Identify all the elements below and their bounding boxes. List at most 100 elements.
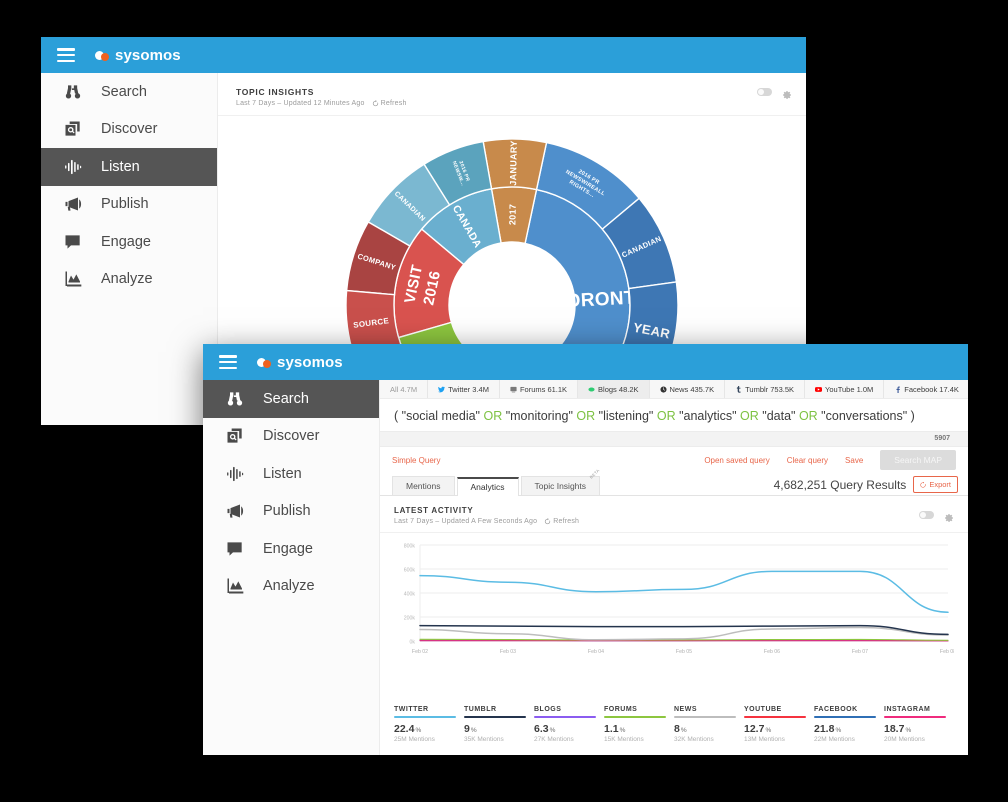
legend-item[interactable]: FORUMS1.1%15K Mentions — [604, 706, 674, 744]
legend-channel-name: FACEBOOK — [814, 706, 876, 713]
hamburger-icon[interactable] — [57, 48, 75, 62]
sidebar-item-search[interactable]: Search — [203, 380, 379, 418]
open-saved-query-link[interactable]: Open saved query — [704, 456, 769, 465]
legend-mentions: 35K Mentions — [464, 736, 526, 743]
legend-channel-name: INSTAGRAM — [884, 706, 946, 713]
save-query-link[interactable]: Save — [845, 456, 863, 465]
query-term: "analytics" — [676, 409, 740, 423]
chart-x-tick-label: Feb 06 — [764, 649, 780, 655]
legend-percent-unit: % — [550, 727, 556, 734]
news-icon — [660, 386, 667, 393]
source-filter-youtube[interactable]: YouTube 1.0M — [805, 380, 884, 398]
topic-insights-sunburst-wrap: TORONTO2017CANADAVISIT20162016 PRNEWSWIR… — [218, 116, 806, 372]
sidebar-item-analyze[interactable]: Analyze — [41, 261, 217, 299]
legend-channel-name: BLOGS — [534, 706, 596, 713]
legend-channel-name: YOUTUBE — [744, 706, 806, 713]
legend-mentions: 13M Mentions — [744, 736, 806, 743]
source-filter-all[interactable]: All 4.7M — [380, 380, 428, 398]
brand-logo[interactable]: sysomos — [95, 47, 181, 64]
sidebar-item-listen[interactable]: Listen — [41, 148, 217, 186]
sidebar-item-listen[interactable]: Listen — [203, 455, 379, 493]
simple-query-link[interactable]: Simple Query — [392, 456, 440, 465]
waveform-icon — [225, 464, 245, 484]
source-filter-tumblr[interactable]: Tumblr 753.5K — [725, 380, 805, 398]
source-filter-blogs[interactable]: Blogs 48.2K — [578, 380, 649, 398]
sunburst-slice-label: JANUARY — [508, 140, 519, 185]
source-filter-forums[interactable]: Forums 61.1K — [500, 380, 578, 398]
legend-channel-name: TWITTER — [394, 706, 456, 713]
back-sidebar: Search Discover Listen Publish Engage Analyze — [41, 73, 218, 425]
megaphone-icon — [225, 501, 245, 521]
back-top-bar: sysomos — [41, 37, 806, 73]
gear-icon[interactable] — [944, 510, 954, 520]
source-filter-news[interactable]: News 435.7K — [650, 380, 726, 398]
source-filter-label: Twitter 3.4M — [448, 385, 489, 394]
legend-color-bar — [604, 716, 666, 719]
panel-title: TOPIC INSIGHTS — [236, 87, 788, 97]
discover-search-icon — [225, 426, 245, 446]
query-operator: OR — [657, 409, 676, 423]
tab-analytics[interactable]: Analytics — [457, 477, 519, 497]
source-filter-twitter[interactable]: Twitter 3.4M — [428, 380, 500, 398]
forums-icon — [510, 386, 517, 393]
legend-mentions: 20M Mentions — [884, 736, 946, 743]
refresh-button[interactable]: Refresh — [372, 100, 407, 107]
tab-topic-insights[interactable]: Topic InsightsBETA — [521, 476, 601, 496]
brand-name: sysomos — [115, 47, 181, 64]
clear-query-link[interactable]: Clear query — [787, 456, 828, 465]
legend-item[interactable]: YOUTUBE12.7%13M Mentions — [744, 706, 814, 744]
legend-item[interactable]: TWITTER22.4%25M Mentions — [394, 706, 464, 744]
legend-percentage: 6.3% — [534, 723, 596, 735]
legend-item[interactable]: FACEBOOK21.8%22M Mentions — [814, 706, 884, 744]
legend-percent-unit: % — [620, 727, 626, 734]
export-button[interactable]: Export — [913, 476, 958, 493]
legend-percent-unit: % — [681, 727, 687, 734]
sidebar-item-engage[interactable]: Engage — [203, 530, 379, 568]
sidebar-item-search[interactable]: Search — [41, 73, 217, 111]
brand-logo[interactable]: sysomos — [257, 354, 343, 371]
search-map-button[interactable]: Search MAP — [880, 450, 956, 470]
query-term: "conversations" ) — [818, 409, 915, 423]
chart-x-tick-label: Feb 08 — [940, 649, 954, 655]
legend-percent-unit: % — [765, 727, 771, 734]
chat-icon — [225, 539, 245, 559]
tab-mentions[interactable]: Mentions — [392, 476, 455, 496]
panel-toggle[interactable] — [757, 88, 772, 96]
sidebar-item-label: Analyze — [263, 578, 315, 594]
sunburst-chart[interactable]: TORONTO2017CANADAVISIT20162016 PRNEWSWIR… — [339, 132, 685, 372]
source-filter-label: Forums 61.1K — [520, 385, 567, 394]
chart-y-tick-label: 400k — [404, 592, 416, 598]
legend-percent-unit: % — [835, 727, 841, 734]
source-filter-facebook[interactable]: Facebook 17.4K — [884, 380, 968, 398]
legend-percentage: 8% — [674, 723, 736, 735]
legend-percent-unit: % — [471, 727, 477, 734]
sidebar-item-label: Discover — [263, 428, 319, 444]
sidebar-item-discover[interactable]: Discover — [203, 418, 379, 456]
front-sidebar: Search Discover ListenPublish Engage Analyze — [203, 380, 380, 755]
binoculars-icon — [63, 82, 83, 102]
legend-item[interactable]: BLOGS6.3%27K Mentions — [534, 706, 604, 744]
legend-mentions: 22M Mentions — [814, 736, 876, 743]
latest-activity-chart[interactable]: 0k200k400k600k800kFeb 02Feb 03Feb 04Feb … — [380, 533, 968, 700]
sidebar-item-label: Discover — [101, 121, 157, 137]
activity-toggle[interactable] — [919, 511, 934, 519]
legend-item[interactable]: TUMBLR9%35K Mentions — [464, 706, 534, 744]
sidebar-item-publish[interactable]: Publish — [41, 186, 217, 224]
chart-y-tick-label: 0k — [410, 640, 416, 646]
sidebar-item-publish[interactable]: Publish — [203, 493, 379, 531]
sidebar-item-analyze[interactable]: Analyze — [203, 568, 379, 606]
hamburger-icon[interactable] — [219, 355, 237, 369]
legend-color-bar — [674, 716, 736, 719]
refresh-button[interactable]: Refresh — [544, 518, 579, 525]
gear-icon[interactable] — [782, 87, 792, 97]
legend-item[interactable]: NEWS8%32K Mentions — [674, 706, 744, 744]
sidebar-item-discover[interactable]: Discover — [41, 111, 217, 149]
panel-subtitle: Last 7 Days – Updated 12 Minutes Ago Ref… — [236, 100, 788, 107]
sidebar-item-engage[interactable]: Engage — [41, 223, 217, 261]
sidebar-item-label: Engage — [101, 234, 151, 250]
sidebar-item-label: Publish — [101, 196, 149, 212]
discover-search-icon — [63, 119, 83, 139]
legend-item[interactable]: INSTAGRAM18.7%20M Mentions — [884, 706, 954, 744]
query-expression[interactable]: ( "social media" OR "monitoring" OR "lis… — [380, 399, 968, 431]
sidebar-item-label: Engage — [263, 541, 313, 557]
